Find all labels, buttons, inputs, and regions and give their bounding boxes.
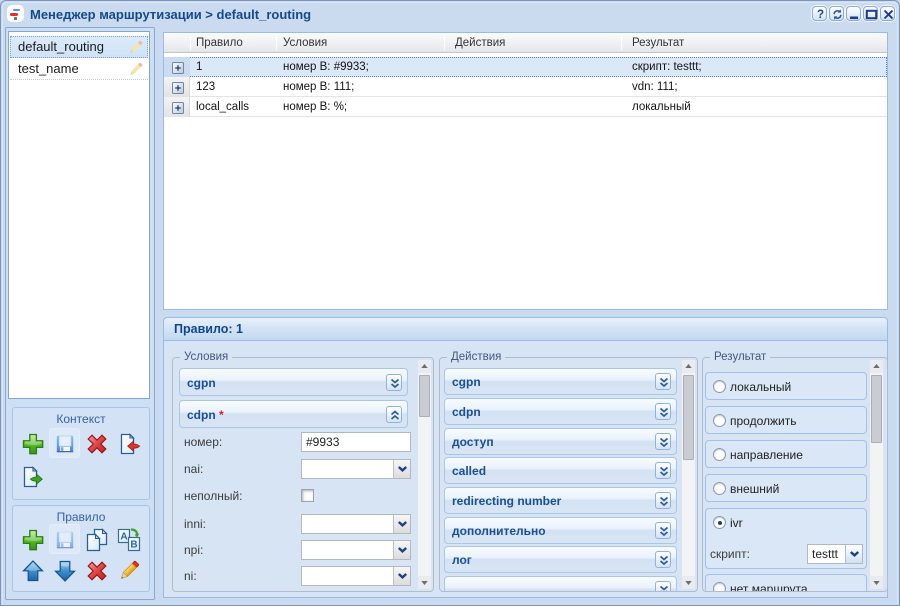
svg-text:A: A [120, 532, 127, 543]
svg-text:?: ? [817, 9, 824, 21]
svg-text:B: B [130, 540, 137, 551]
